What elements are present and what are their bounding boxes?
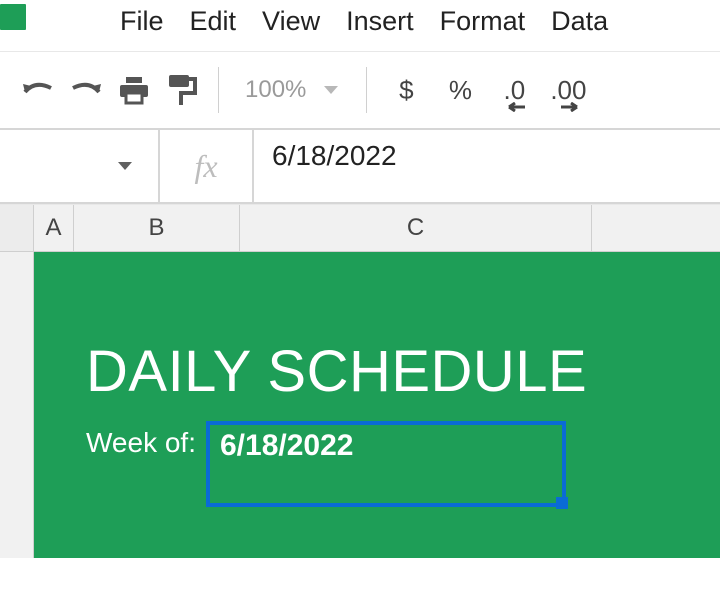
menu-view[interactable]: View [262, 6, 320, 37]
formula-bar: fx 6/18/2022 [0, 130, 720, 204]
row-header-column[interactable] [0, 252, 34, 558]
column-headers: A B C [0, 204, 720, 252]
menu-bar: File Edit View Insert Format Data [0, 0, 720, 52]
menu-file[interactable]: File [120, 6, 164, 37]
weekof-label: Week of: [86, 421, 196, 459]
weekof-value-cell[interactable]: 6/18/2022 [206, 421, 566, 507]
column-header-a[interactable]: A [34, 205, 74, 251]
paint-roller-icon [167, 73, 197, 107]
column-header-c[interactable]: C [240, 205, 592, 251]
undo-button[interactable] [14, 66, 62, 114]
caret-down-icon [116, 160, 134, 172]
menu-format[interactable]: Format [440, 6, 526, 37]
undo-icon [21, 78, 55, 102]
increase-decimal-label: .00 [550, 75, 586, 106]
caret-down-icon [322, 84, 340, 96]
select-all-corner[interactable] [0, 205, 34, 251]
menu-data[interactable]: Data [551, 6, 608, 37]
toolbar-separator [366, 67, 367, 113]
zoom-value: 100% [245, 76, 306, 104]
schedule-title: DAILY SCHEDULE [86, 252, 720, 405]
percent-icon: % [449, 75, 472, 106]
grid-body: DAILY SCHEDULE Week of: 6/18/2022 [0, 252, 720, 558]
redo-button[interactable] [62, 66, 110, 114]
toolbar: 100% $ % .0 .00 [0, 52, 720, 130]
paint-format-button[interactable] [158, 66, 206, 114]
zoom-dropdown[interactable]: 100% [231, 76, 354, 104]
formula-input[interactable]: 6/18/2022 [254, 130, 720, 202]
print-icon [118, 75, 150, 105]
weekof-value: 6/18/2022 [220, 429, 353, 462]
decrease-decimal-label: .0 [504, 75, 526, 106]
fx-label: fx [160, 130, 254, 202]
fill-handle[interactable] [556, 497, 568, 509]
arrow-right-icon [561, 102, 583, 112]
menu-edit[interactable]: Edit [190, 6, 237, 37]
increase-decimal-button[interactable]: .00 [541, 66, 595, 114]
menu-items: File Edit View Insert Format Data [50, 6, 608, 37]
format-percent-button[interactable]: % [433, 66, 487, 114]
column-header-b[interactable]: B [74, 205, 240, 251]
weekof-row: Week of: 6/18/2022 [86, 421, 720, 507]
sheets-logo[interactable] [0, 4, 26, 30]
currency-icon: $ [399, 75, 413, 106]
menu-insert[interactable]: Insert [346, 6, 414, 37]
format-currency-button[interactable]: $ [379, 66, 433, 114]
schedule-header-block: DAILY SCHEDULE Week of: 6/18/2022 [34, 252, 720, 558]
name-box[interactable] [0, 130, 160, 202]
redo-icon [69, 78, 103, 102]
print-button[interactable] [110, 66, 158, 114]
arrow-left-icon [503, 102, 525, 112]
toolbar-separator [218, 67, 219, 113]
decrease-decimal-button[interactable]: .0 [487, 66, 541, 114]
